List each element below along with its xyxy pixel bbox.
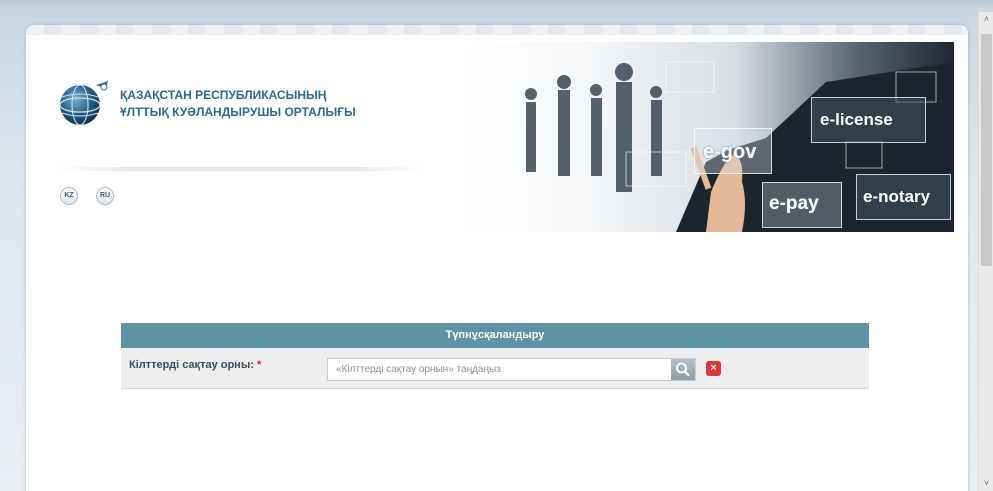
e-pay-tile: e-pay xyxy=(762,182,842,228)
authentication-title: Түпнұсқаландыру xyxy=(121,323,869,348)
key-storage-row: Кілттерді сақтау орны: * × xyxy=(121,348,869,389)
header-divider xyxy=(56,167,426,171)
key-storage-label-text: Кілттерді сақтау орны: xyxy=(129,359,254,371)
search-button[interactable] xyxy=(671,359,695,380)
org-name-line-1: ҚАЗАҚСТАН РЕСПУБЛИКАСЫНЫҢ xyxy=(120,88,327,102)
key-storage-input[interactable] xyxy=(328,359,671,380)
e-notary-tile: e-notary xyxy=(856,174,951,220)
window-top-strip xyxy=(0,0,993,12)
key-storage-field xyxy=(327,358,696,381)
e-gov-tile: e-gov xyxy=(694,128,772,174)
decorative-top-border xyxy=(26,25,968,35)
e-license-tile: e-license xyxy=(811,97,926,143)
chevron-up-icon[interactable]: ˄ xyxy=(979,12,993,27)
key-storage-label: Кілттерді сақтау орны: * xyxy=(129,359,261,371)
clear-button[interactable]: × xyxy=(706,361,721,376)
language-ru-button[interactable]: RU xyxy=(96,187,114,205)
chevron-down-icon[interactable]: ˅ xyxy=(979,476,993,491)
search-icon xyxy=(676,362,690,377)
scrollbar-thumb[interactable] xyxy=(981,34,992,266)
organization-name: ҚАЗАҚСТАН РЕСПУБЛИКАСЫНЫҢ ҰЛТТЫҚ КУӘЛАНД… xyxy=(120,87,420,121)
org-name-line-2: ҰЛТТЫҚ КУӘЛАНДЫРУШЫ ОРТАЛЫҒЫ xyxy=(120,105,356,119)
header-banner: e-gov e-license e-pay e-notary xyxy=(466,42,954,232)
page-container: ҚАЗАҚСТАН РЕСПУБЛИКАСЫНЫҢ ҰЛТТЫҚ КУӘЛАНД… xyxy=(26,25,968,491)
vertical-scrollbar[interactable]: ˄ ˅ xyxy=(978,12,993,491)
authentication-form: Түпнұсқаландыру Кілттерді сақтау орны: *… xyxy=(121,323,869,389)
close-icon: × xyxy=(710,362,717,374)
globe-logo xyxy=(56,77,116,129)
required-marker: * xyxy=(256,359,262,371)
language-kz-button[interactable]: KZ xyxy=(60,187,78,205)
